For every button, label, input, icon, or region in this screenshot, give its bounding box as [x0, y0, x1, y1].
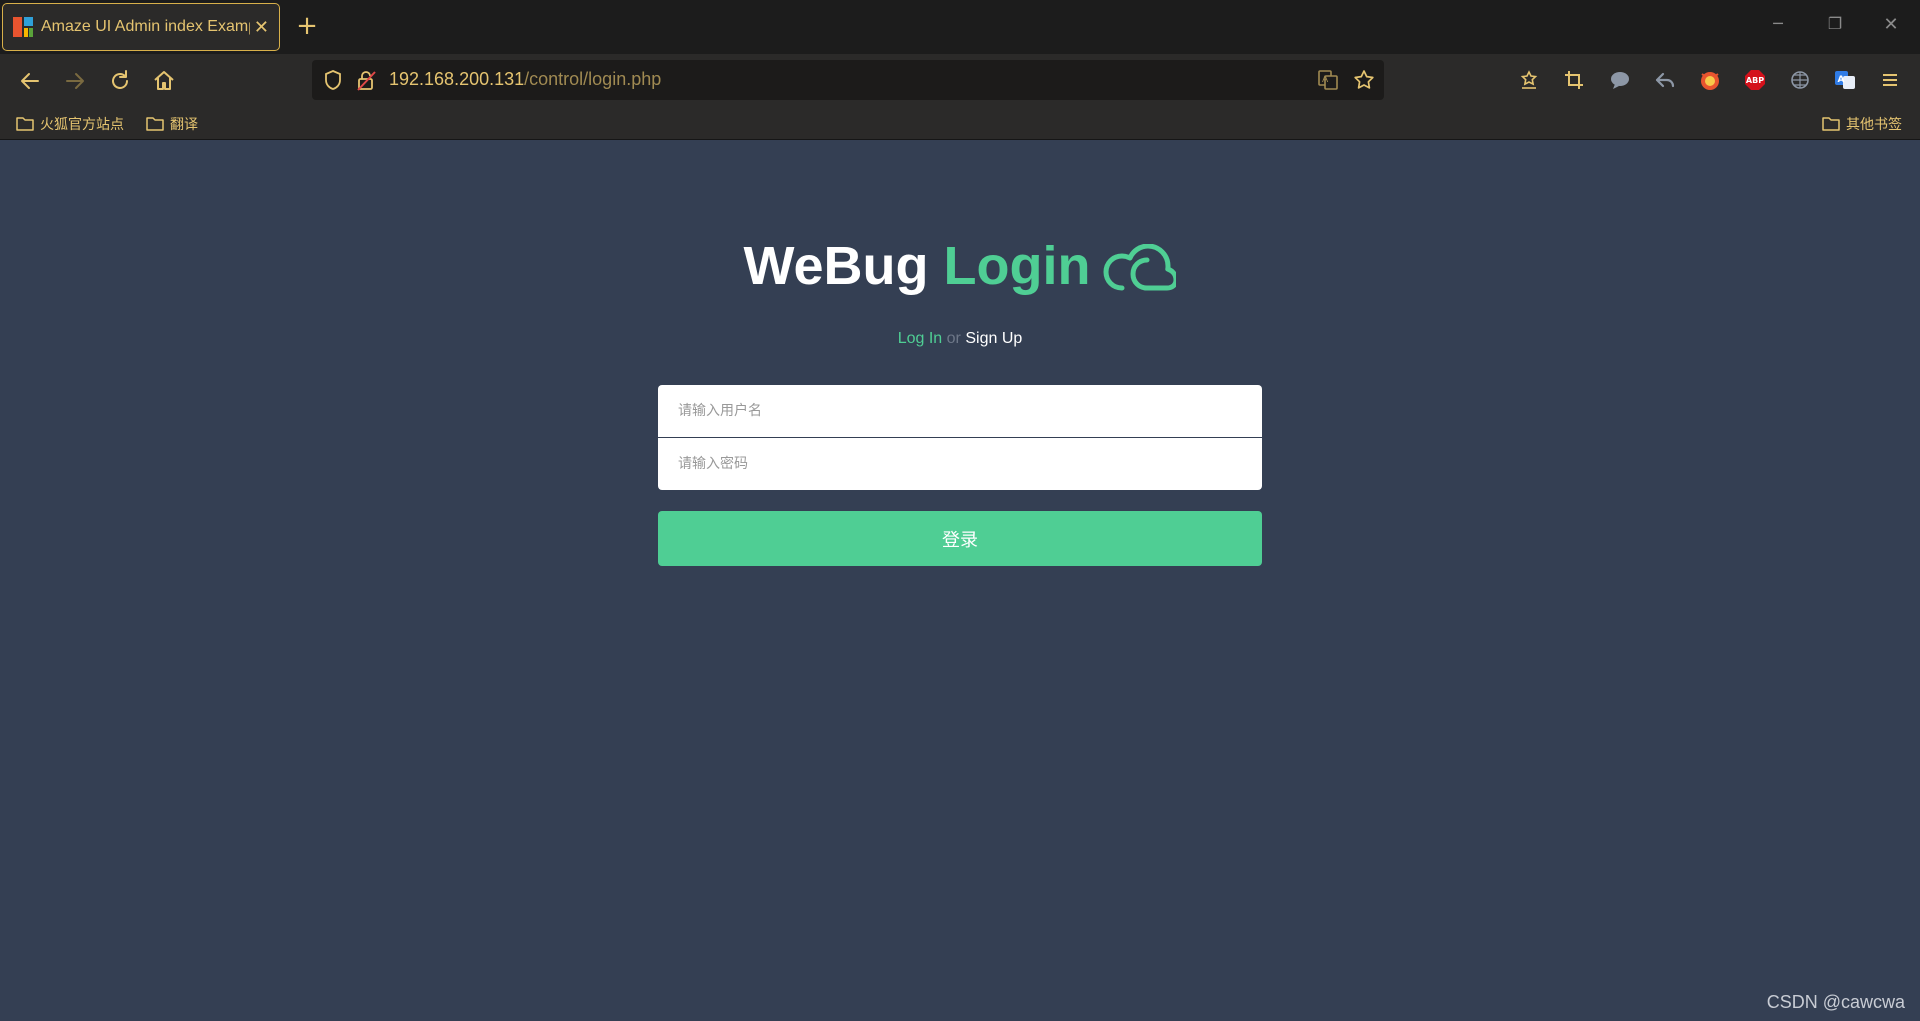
csdn-watermark: CSDN @cawcwa — [1766, 992, 1905, 1012]
globe-extension-icon[interactable] — [1787, 67, 1813, 93]
insecure-lock-icon[interactable] — [355, 69, 377, 95]
cloud-icon — [1102, 243, 1179, 305]
bookmark-star-icon[interactable] — [1352, 68, 1376, 96]
amaze-ui-favicon-icon — [13, 17, 33, 37]
new-tab-button[interactable]: + — [292, 12, 322, 42]
svg-text:A: A — [1322, 75, 1329, 85]
home-icon[interactable] — [150, 67, 178, 95]
adblock-plus-icon[interactable]: ABP — [1742, 67, 1768, 93]
folder-icon — [1822, 117, 1840, 131]
minimize-icon[interactable]: ─ — [1763, 14, 1793, 40]
page-title: WeBug Login — [0, 235, 1920, 305]
url-host: 192.168.200.131 — [389, 69, 525, 89]
address-bar[interactable]: 192.168.200.131/control/login.php A — [312, 60, 1384, 100]
tab-bar: Amaze UI Admin index Example ✕ + ─ ❐ ✕ — [0, 0, 1920, 54]
username-input[interactable] — [658, 385, 1262, 437]
folder-icon — [16, 117, 34, 131]
bookmark-folder-firefox-official[interactable]: 火狐官方站点 — [15, 113, 124, 135]
title-login: Login — [943, 236, 1091, 296]
svg-text:A: A — [1838, 75, 1845, 85]
restore-icon[interactable]: ❐ — [1820, 14, 1850, 40]
folder-icon — [146, 117, 164, 131]
translator-extension-icon[interactable]: A — [1832, 67, 1858, 93]
login-submit-button[interactable]: 登录 — [658, 511, 1262, 566]
reload-icon[interactable] — [106, 67, 134, 95]
login-form: 登录 — [658, 385, 1262, 566]
undo-arrow-icon[interactable] — [1652, 67, 1678, 93]
url-text[interactable]: 192.168.200.131/control/login.php — [389, 69, 661, 90]
or-separator: or — [946, 330, 961, 347]
close-window-icon[interactable]: ✕ — [1876, 14, 1906, 40]
login-link[interactable]: Log In — [898, 330, 942, 347]
login-signup-switch: Log In or Sign Up — [0, 330, 1920, 348]
bookmark-label: 翻译 — [170, 117, 198, 133]
browser-tab[interactable]: Amaze UI Admin index Example ✕ — [2, 3, 280, 51]
screenshot-crop-icon[interactable] — [1561, 67, 1587, 93]
password-input[interactable] — [658, 438, 1262, 490]
back-icon[interactable] — [16, 67, 44, 95]
signup-link[interactable]: Sign Up — [965, 330, 1022, 347]
tracking-protection-shield-icon[interactable] — [322, 69, 344, 95]
tab-title: Amaze UI Admin index Example — [41, 18, 250, 35]
url-path: /control/login.php — [524, 69, 662, 89]
title-webug: WeBug — [743, 236, 929, 296]
other-bookmarks-folder[interactable]: 其他书签 — [1821, 113, 1902, 135]
login-page: WeBug Login Log In or Sign Up 登录 — [0, 141, 1920, 1021]
other-bookmarks-label: 其他书签 — [1846, 117, 1902, 133]
bookmarks-toolbar: 火狐官方站点 翻译 其他书签 — [0, 108, 1920, 140]
translate-page-icon[interactable]: A — [1317, 69, 1339, 95]
bookmark-folder-translate[interactable]: 翻译 — [145, 113, 198, 135]
bookmark-label: 火狐官方站点 — [40, 117, 124, 133]
extension-fox-icon[interactable] — [1697, 67, 1723, 93]
close-tab-icon[interactable]: ✕ — [254, 17, 269, 38]
chat-bubble-icon[interactable] — [1607, 67, 1633, 93]
forward-icon[interactable] — [61, 67, 89, 95]
svg-text:ABP: ABP — [1746, 76, 1764, 85]
reading-list-icon[interactable] — [1516, 67, 1542, 93]
hamburger-menu-icon[interactable] — [1877, 67, 1903, 93]
